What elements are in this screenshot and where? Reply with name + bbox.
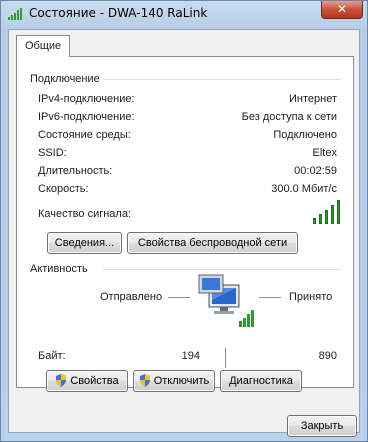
media-state-label: Состояние среды: xyxy=(38,129,131,141)
close-button[interactable]: Закрыть xyxy=(287,415,357,437)
uac-shield-icon xyxy=(56,373,67,387)
ipv6-value: Без доступа к сети xyxy=(241,111,337,123)
ssid-value: Eltex xyxy=(312,147,337,159)
sent-line xyxy=(168,297,190,298)
received-label: Принято xyxy=(289,291,333,303)
ssid-label: SSID: xyxy=(38,147,67,159)
title-bar[interactable]: Состояние - DWA-140 RaLink ✕ xyxy=(1,1,367,27)
uac-shield-icon xyxy=(139,373,150,387)
client-area: Общие Подключение IPv4-подключение: Инте… xyxy=(8,29,360,437)
disable-button-label: Отключить xyxy=(153,375,210,387)
connection-divider xyxy=(103,79,341,80)
speed-label: Скорость: xyxy=(38,183,89,195)
bytes-sent-value: 194 xyxy=(181,350,200,362)
duration-label: Длительность: xyxy=(38,165,113,177)
duration-value: 00:02:59 xyxy=(294,165,337,177)
wireless-properties-button[interactable]: Свойства беспроводной сети xyxy=(127,232,298,254)
bytes-received-value: 890 xyxy=(318,350,337,362)
details-button[interactable]: Сведения... xyxy=(47,232,122,254)
disable-button[interactable]: Отключить xyxy=(133,370,215,392)
wireless-signal-icon xyxy=(8,8,22,20)
connection-group-title: Подключение xyxy=(30,73,100,85)
properties-button-label: Свойства xyxy=(70,375,119,387)
speed-value: 300.0 Мбит/с xyxy=(271,183,337,195)
sent-label: Отправлено xyxy=(100,291,163,303)
media-state-value: Подключено xyxy=(273,129,337,141)
bytes-label: Байт: xyxy=(38,350,66,362)
tab-panel-general: Подключение IPv4-подключение: Интернет I… xyxy=(16,56,354,388)
signal-strength-icon xyxy=(313,200,343,224)
received-line xyxy=(259,297,281,298)
network-computer-icon xyxy=(198,274,254,327)
activity-divider xyxy=(103,269,341,270)
properties-button[interactable]: Свойства xyxy=(46,370,128,392)
activity-group-title: Активность xyxy=(30,263,88,275)
ipv6-label: IPv6-подключение: xyxy=(38,111,135,123)
signal-quality-label: Качество сигнала: xyxy=(38,208,132,220)
window-title: Состояние - DWA-140 RaLink xyxy=(29,6,208,20)
status-window: Состояние - DWA-140 RaLink ✕ Общие Подкл… xyxy=(0,0,368,442)
tab-general[interactable]: Общие xyxy=(16,35,71,57)
close-window-button[interactable]: ✕ xyxy=(321,1,363,19)
ipv4-label: IPv4-подключение: xyxy=(38,93,135,105)
bytes-divider xyxy=(225,348,226,368)
ipv4-value: Интернет xyxy=(289,93,337,105)
diagnostics-button[interactable]: Диагностика xyxy=(220,370,302,392)
